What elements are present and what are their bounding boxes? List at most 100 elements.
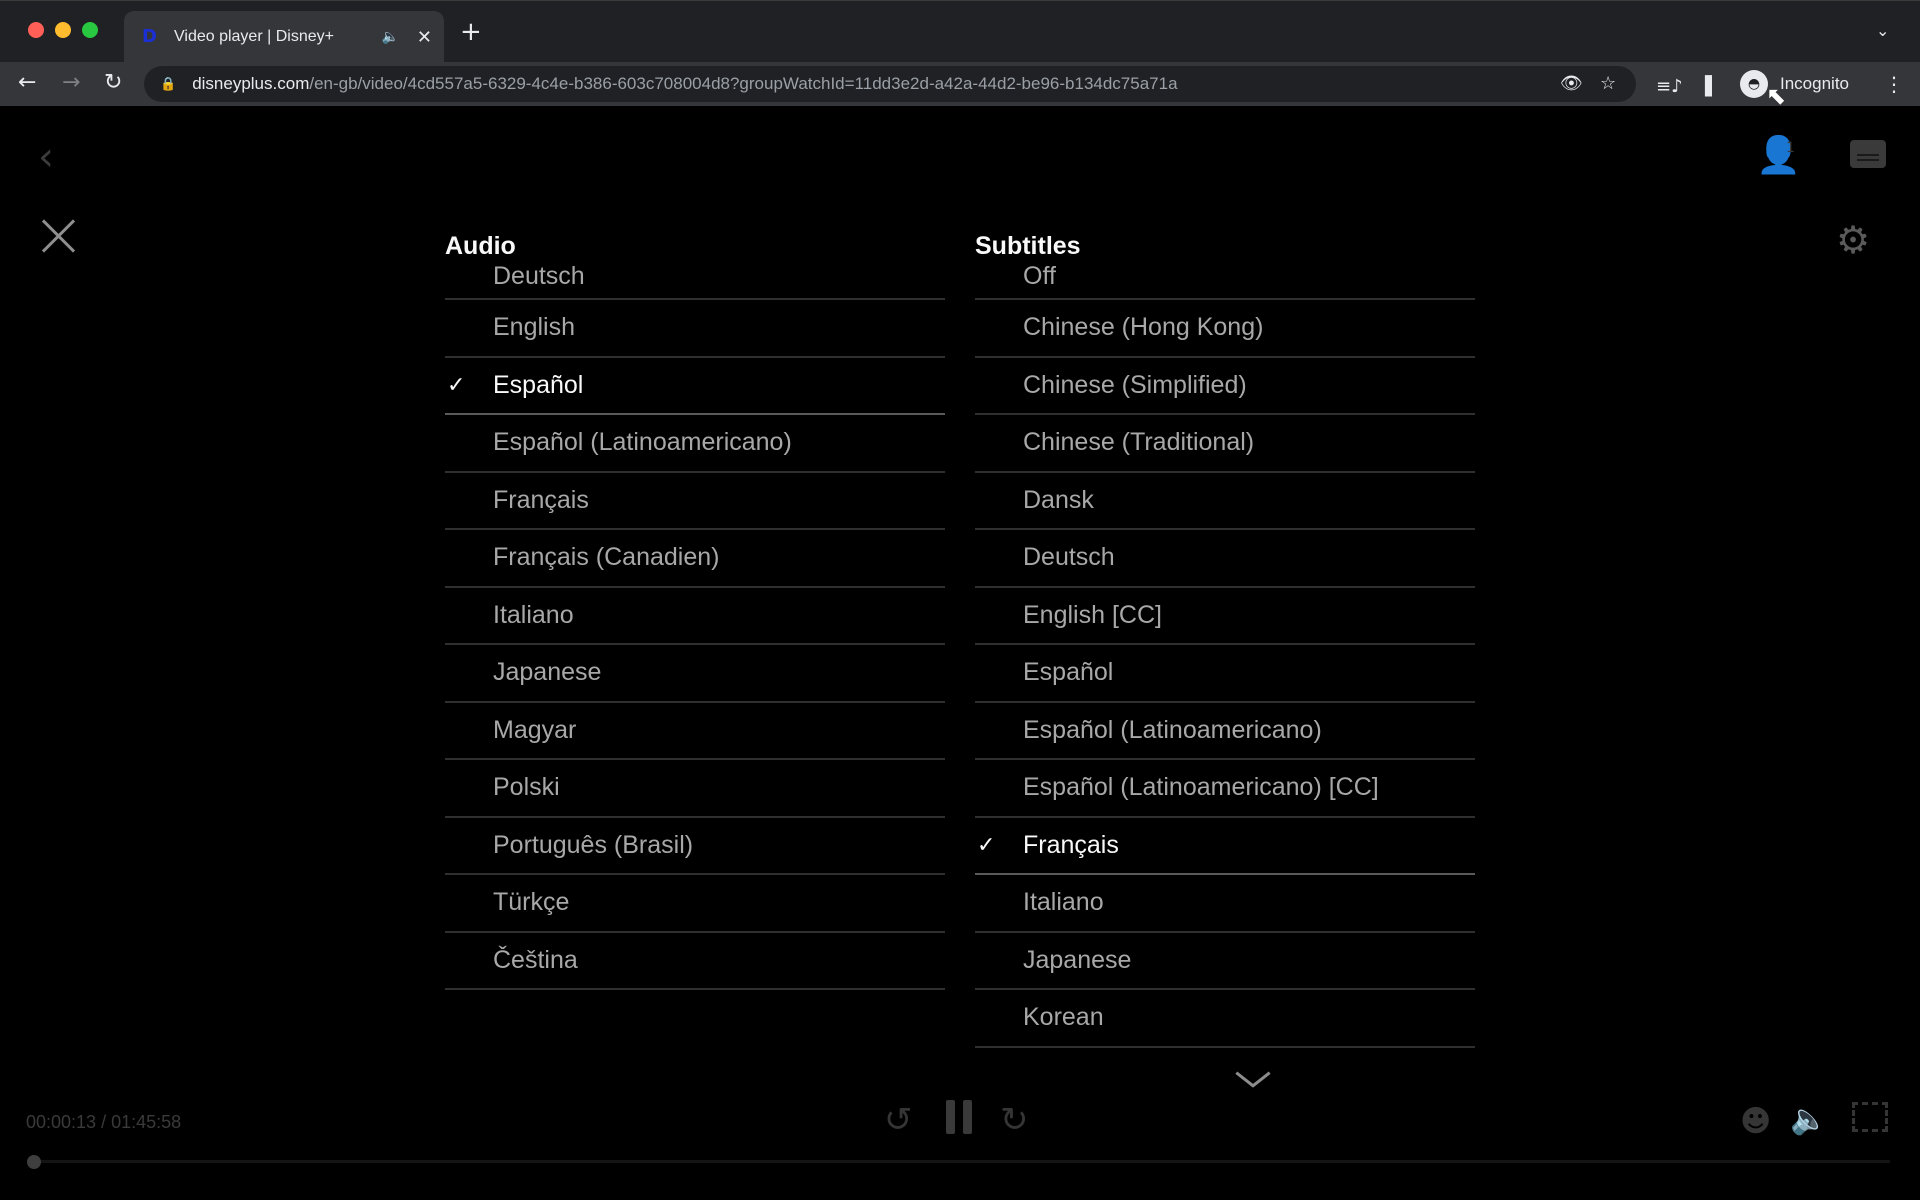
audio-option[interactable]: Español (Latinoamericano) — [445, 415, 945, 473]
url-path: /en-gb/video/4cd557a5-6329-4c4e-b386-603… — [309, 74, 1178, 93]
progress-bar[interactable] — [30, 1160, 1890, 1163]
subtitle-option-label: Chinese (Traditional) — [1023, 428, 1255, 457]
audio-option[interactable]: Čeština — [445, 933, 945, 990]
subtitle-option[interactable]: Dansk — [975, 473, 1475, 530]
subtitle-option[interactable]: Español (Latinoamericano) — [975, 703, 1475, 760]
audio-options-list: Deutsch English ✓ Español Español (Latinoame… — [445, 264, 945, 990]
audio-option[interactable]: English — [445, 300, 945, 358]
subtitle-option-label: Korean — [1023, 1003, 1104, 1032]
incognito-profile-button[interactable]: ◓ Incognito — [1736, 67, 1865, 101]
audio-option-label: Français — [493, 485, 589, 514]
audio-option-label: Italiano — [493, 600, 574, 629]
tab-title: Video player | Disney+ — [174, 28, 334, 45]
address-bar[interactable]: 🔒 disneyplus.com/en-gb/video/4cd557a5-63… — [144, 66, 1636, 102]
audio-option[interactable]: Deutsch — [445, 264, 945, 300]
fullscreen-icon[interactable] — [1852, 1102, 1888, 1132]
subtitles-audio-icon[interactable] — [1850, 140, 1886, 168]
group-watch-reaction-icon[interactable]: ☻ — [1740, 1104, 1771, 1139]
browser-tab-active[interactable]: D Video player | Disney+ 🔈 ✕ — [124, 11, 444, 63]
forward-10-icon[interactable]: ↻ — [1000, 1100, 1029, 1140]
window-minimize-button[interactable] — [55, 22, 71, 38]
audio-option[interactable]: ✓ Español — [445, 358, 945, 415]
audio-option-label: Español (Latinoamericano) — [493, 428, 792, 457]
audio-option[interactable]: Italiano — [445, 588, 945, 645]
tracking-blocked-eye-icon[interactable]: 👁 — [1560, 73, 1583, 94]
audio-option-label: Français (Canadien) — [493, 543, 720, 572]
subtitle-option[interactable]: Español (Latinoamericano) [CC] — [975, 760, 1475, 818]
audio-option-label: Türkçe — [493, 888, 570, 917]
back-chevron-icon[interactable]: ‹ — [38, 134, 54, 180]
checkmark-icon: ✓ — [447, 372, 466, 398]
pause-icon[interactable] — [946, 1100, 974, 1134]
audio-option[interactable]: Français — [445, 473, 945, 530]
side-panel-icon[interactable]: ▐ — [1698, 76, 1712, 97]
subtitles-heading: Subtitles — [975, 232, 1081, 260]
audio-option[interactable]: Magyar — [445, 703, 945, 760]
url-host: disneyplus.com — [192, 74, 310, 93]
subtitle-option-label: Japanese — [1023, 945, 1132, 974]
scroll-down-chevron-icon[interactable] — [1232, 1066, 1272, 1096]
volume-icon[interactable]: 🔈 — [1790, 1102, 1827, 1137]
checkmark-icon: ✓ — [977, 832, 996, 858]
gear-icon[interactable]: ⚙ — [1836, 218, 1870, 262]
lock-icon[interactable]: 🔒 — [160, 77, 176, 92]
subtitle-option-label: Français — [1023, 830, 1119, 859]
subtitle-option[interactable]: Japanese — [975, 933, 1475, 990]
subtitle-option-label: Chinese (Simplified) — [1023, 370, 1247, 399]
audio-option-label: Japanese — [493, 658, 602, 687]
rewind-10-icon[interactable]: ↺ — [884, 1100, 913, 1140]
subtitle-option[interactable]: Off — [975, 264, 1475, 300]
browser-chrome: D Video player | Disney+ 🔈 ✕ + ⌄ ← → ↻ 🔒… — [0, 0, 1920, 106]
new-tab-button[interactable]: + — [460, 19, 482, 45]
audio-option-label: Čeština — [493, 945, 578, 974]
incognito-icon: ◓ — [1740, 70, 1768, 98]
subtitle-option-label: Italiano — [1023, 888, 1104, 917]
playback-time: 00:00:13 / 01:45:58 — [26, 1112, 182, 1132]
subtitle-option-label: Off — [1023, 262, 1056, 290]
subtitle-option[interactable]: ✓ Français — [975, 818, 1475, 875]
audio-heading: Audio — [445, 232, 516, 260]
subtitle-option[interactable]: Chinese (Hong Kong) — [975, 300, 1475, 358]
subtitle-option[interactable]: Chinese (Simplified) — [975, 358, 1475, 415]
close-menu-icon[interactable] — [40, 218, 76, 254]
audio-option[interactable]: Português (Brasil) — [445, 818, 945, 875]
browser-toolbar: ← → ↻ 🔒 disneyplus.com/en-gb/video/4cd55… — [0, 62, 1920, 106]
back-button[interactable]: ← — [18, 70, 36, 96]
audio-option-label: Polski — [493, 773, 560, 802]
audio-option[interactable]: Polski — [445, 760, 945, 818]
audio-menu: Audio Deutsch English ✓ Español Español (Lat… — [445, 228, 945, 990]
reload-button[interactable]: ↻ — [104, 70, 122, 96]
subtitle-option-label: Español (Latinoamericano) — [1023, 715, 1322, 744]
media-control-icon[interactable]: ≡♪ — [1656, 76, 1683, 97]
audio-option-label: Português (Brasil) — [493, 830, 694, 859]
subtitles-options-list: Off Chinese (Hong Kong) Chinese (Simplifie… — [975, 264, 1475, 1048]
tab-close-icon[interactable]: ✕ — [417, 27, 432, 48]
audio-option[interactable]: Türkçe — [445, 875, 945, 933]
subtitle-option[interactable]: Chinese (Traditional) — [975, 415, 1475, 473]
forward-button[interactable]: → — [62, 70, 80, 96]
window-zoom-button[interactable] — [82, 22, 98, 38]
tab-strip: D Video player | Disney+ 🔈 ✕ + ⌄ — [0, 0, 1920, 63]
subtitle-option-label: Español — [1023, 658, 1114, 687]
tab-search-chevron-icon[interactable]: ⌄ — [1876, 21, 1889, 40]
audio-option-label: Deutsch — [493, 262, 585, 290]
group-watch-count: 1 — [1786, 140, 1795, 156]
audio-option[interactable]: Français (Canadien) — [445, 530, 945, 588]
subtitle-option[interactable]: Deutsch — [975, 530, 1475, 588]
audio-option-label: Magyar — [493, 715, 577, 744]
bookmark-star-icon[interactable]: ☆ — [1600, 73, 1616, 94]
browser-menu-icon[interactable]: ⋮ — [1884, 72, 1904, 96]
subtitles-menu: Subtitles Off Chinese (Hong Kong) Chinese … — [975, 228, 1475, 1048]
audio-option[interactable]: Japanese — [445, 645, 945, 703]
subtitle-option[interactable]: English [CC] — [975, 588, 1475, 645]
subtitle-option-label: Dansk — [1023, 485, 1094, 514]
progress-scrubber-handle[interactable] — [26, 1155, 41, 1169]
incognito-label: Incognito — [1780, 74, 1849, 93]
tab-audio-playing-icon[interactable]: 🔈 — [381, 29, 398, 45]
window-close-button[interactable] — [28, 22, 44, 38]
audio-option-label: English — [493, 313, 575, 342]
subtitle-option[interactable]: Italiano — [975, 875, 1475, 933]
video-player: ‹ 👤 1 ⚙ Audio Deutsch English ✓ Español Espa… — [0, 106, 1920, 1200]
subtitle-option[interactable]: Español — [975, 645, 1475, 703]
subtitle-option[interactable]: Korean — [975, 990, 1475, 1048]
